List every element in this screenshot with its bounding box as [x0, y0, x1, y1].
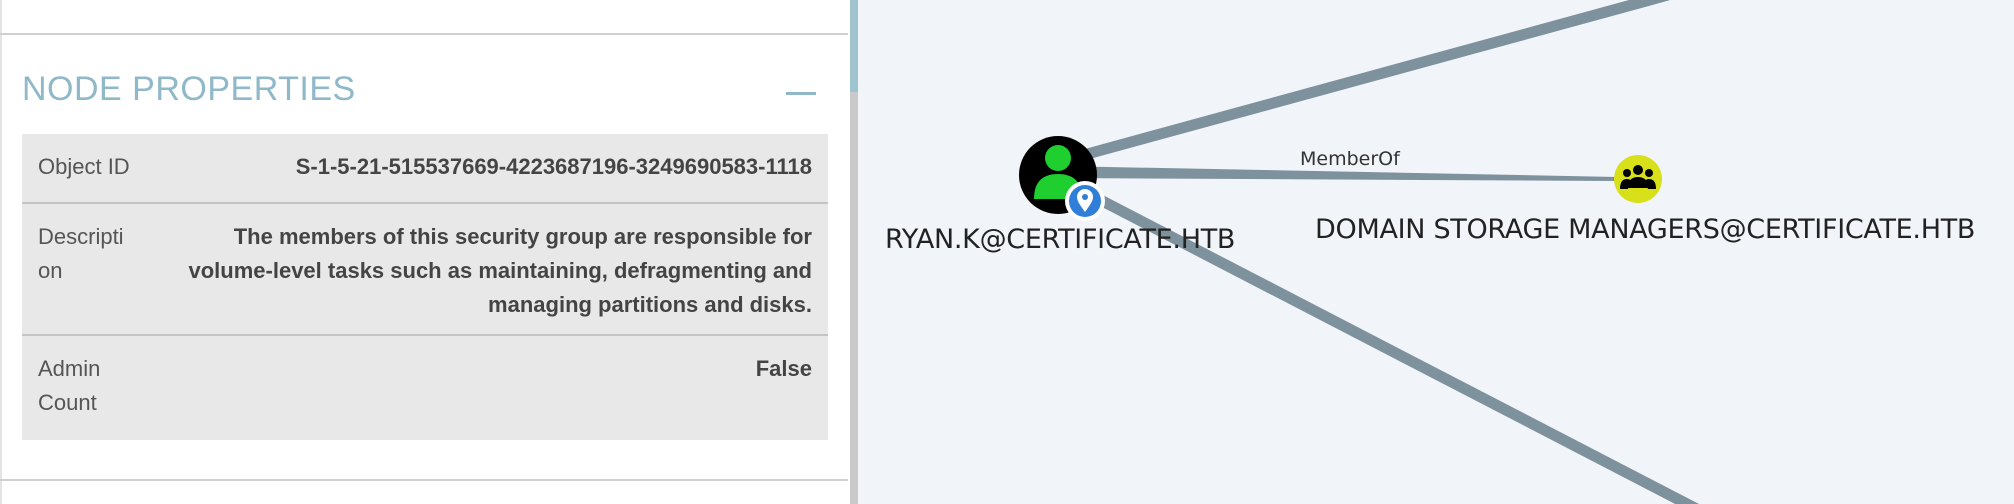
property-key: Object ID [38, 154, 130, 179]
property-value: The members of this security group are r… [188, 224, 813, 317]
scrollbar-thumb[interactable] [850, 0, 858, 92]
location-pin-icon [1065, 181, 1105, 221]
collapse-button[interactable] [786, 84, 816, 104]
property-value: False [755, 356, 812, 381]
minus-icon [786, 92, 816, 95]
property-key: Admin Count [38, 356, 101, 415]
graph-canvas[interactable]: MemberOf RYAN.K@CERTIFICATE.HTB DOMAIN S… [858, 0, 2014, 504]
edge-label-memberof: MemberOf [1300, 148, 1400, 170]
property-key: Descripti on [38, 224, 124, 283]
panel-border [0, 0, 2, 504]
property-value: S-1-5-21-515537669-4223687196-3249690583… [295, 154, 812, 179]
properties-table: Object ID S-1-5-21-515537669-4223687196-… [22, 134, 828, 440]
user-node-label: RYAN.K@CERTIFICATE.HTB [885, 224, 1236, 255]
property-row-admin-count: Admin Count False [22, 336, 828, 440]
edge-upper[interactable] [1056, 0, 1670, 168]
node-properties-panel: NODE PROPERTIES Object ID S-1-5-21-51553… [0, 0, 850, 504]
group-node[interactable] [1614, 155, 1662, 203]
top-divider [0, 33, 850, 35]
property-row-object-id: Object ID S-1-5-21-515537669-4223687196-… [22, 134, 828, 204]
section-title: NODE PROPERTIES [22, 70, 356, 108]
bottom-divider [0, 479, 850, 481]
property-row-description: Descripti on The members of this securit… [22, 204, 828, 336]
group-node-label: DOMAIN STORAGE MANAGERS@CERTIFICATE.HTB [1315, 214, 1976, 245]
